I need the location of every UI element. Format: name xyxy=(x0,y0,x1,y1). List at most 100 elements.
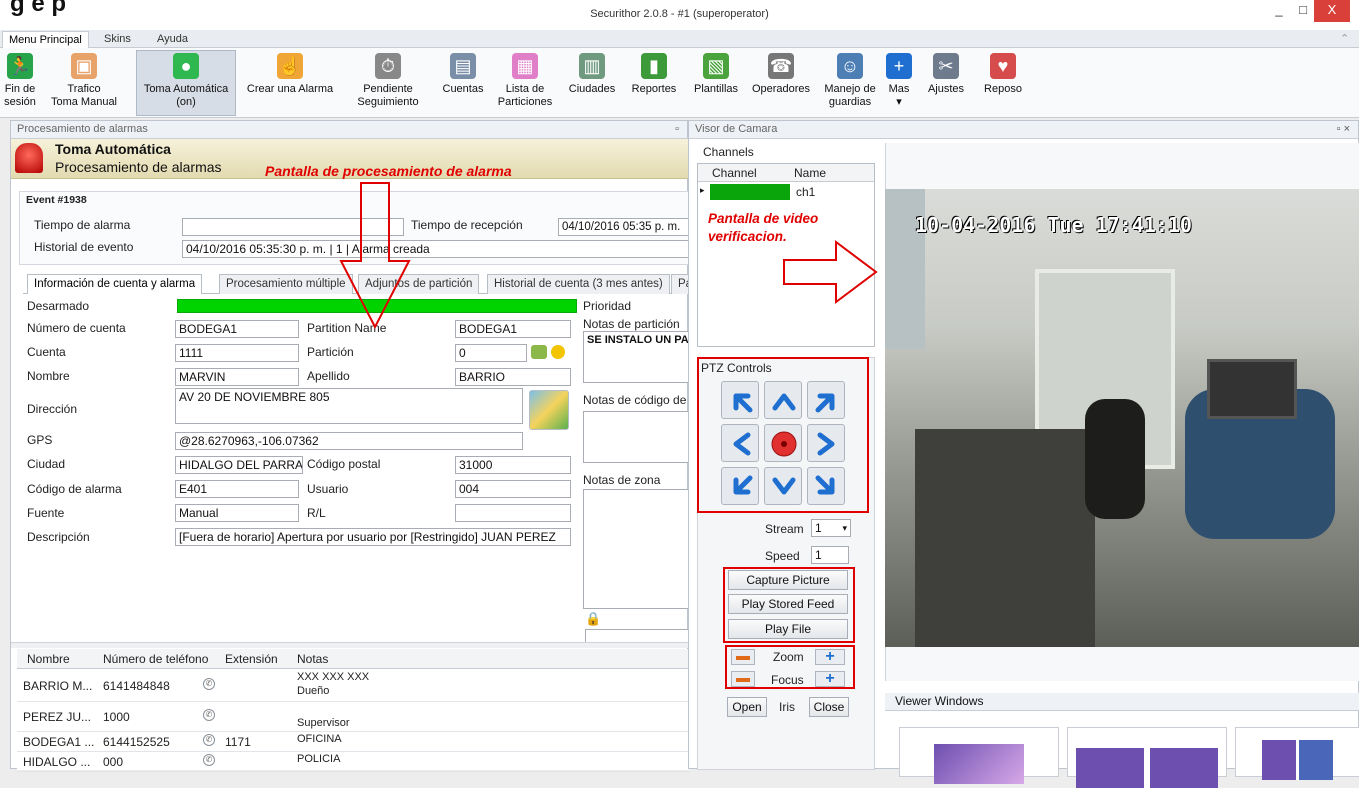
ribbon-button-13[interactable]: ✂ Ajustes xyxy=(922,51,970,96)
apellido-field[interactable]: BARRIO xyxy=(455,368,571,386)
camera-viewer-panel: Visor de Camara ▫ × Channels Channel Nam… xyxy=(688,120,1359,788)
partition-name-field[interactable]: BODEGA1 xyxy=(455,320,571,338)
gps-label: GPS xyxy=(27,433,53,447)
col-name[interactable]: Name xyxy=(794,166,826,180)
table-row[interactable]: PEREZ JU... 1000 ✆ Supervisor xyxy=(17,702,689,732)
table-row[interactable]: BODEGA1 ... 6144152525 1171 ✆ OFICINA xyxy=(17,732,689,752)
viewer-layout-3[interactable] xyxy=(1235,727,1359,780)
col-nombre[interactable]: Nombre xyxy=(27,652,70,666)
ptz-up-icon[interactable] xyxy=(764,381,802,419)
prioridad-label: Prioridad xyxy=(583,299,632,313)
notas-codigo-field[interactable] xyxy=(583,411,689,463)
ribbon-button-5[interactable]: ▤ Cuentas xyxy=(437,51,489,96)
ribbon-button-8[interactable]: ▮ Reportes xyxy=(626,51,682,96)
ribbon-button-7[interactable]: ▥ Ciudades xyxy=(563,51,621,96)
lock-icon[interactable]: 🔒 xyxy=(585,611,601,627)
tab-ayuda[interactable]: Ayuda xyxy=(151,31,194,48)
cuenta-field[interactable]: 1111 xyxy=(175,344,299,362)
menu-tabs: Menu Principal Skins Ayuda ⌃ xyxy=(0,30,1359,48)
ciudad-field[interactable]: HIDALGO DEL PARRA xyxy=(175,456,303,474)
ptz-down-right-icon[interactable] xyxy=(807,467,845,505)
table-row[interactable]: BARRIO M... 6141484848 ✆ XXX XXX XXX Dueño xyxy=(17,670,689,702)
ptz-down-left-icon[interactable] xyxy=(721,467,759,505)
codigo-alarma-field[interactable]: E401 xyxy=(175,480,299,498)
ribbon-button-12[interactable]: + Mas ▾ xyxy=(884,51,914,109)
stream-select[interactable]: 1 ▾ xyxy=(811,519,851,537)
splitter[interactable] xyxy=(11,642,689,648)
ribbon-label: ▾ xyxy=(896,96,902,108)
minimize-button[interactable]: _ xyxy=(1266,0,1292,22)
cities-icon: ▥ xyxy=(579,53,605,79)
restore-panel-icon[interactable]: ▫ xyxy=(675,121,679,138)
play-stored-feed-button[interactable]: Play Stored Feed xyxy=(728,594,848,614)
descripcion-field[interactable]: [Fuera de horario] Apertura por usuario … xyxy=(175,528,571,546)
numero-cuenta-field[interactable]: BODEGA1 xyxy=(175,320,299,338)
fuente-field[interactable]: Manual xyxy=(175,504,299,522)
viewer-layout-2[interactable] xyxy=(1067,727,1227,788)
gps-field[interactable]: @28.6270963,-106.07362 xyxy=(175,432,523,450)
zoom-out-button[interactable] xyxy=(731,649,755,665)
codigo-postal-field[interactable]: 31000 xyxy=(455,456,571,474)
partition-status-icon[interactable] xyxy=(551,345,565,359)
tiempo-recepcion-field[interactable]: 04/10/2016 05:35 p. m. xyxy=(558,218,690,236)
col-channel[interactable]: Channel xyxy=(712,166,757,180)
ribbon-button-2[interactable]: ● Toma Automática (on) xyxy=(136,50,236,116)
ribbon-button-0[interactable]: 🏃 Fin de sesión xyxy=(0,51,40,109)
play-file-button[interactable]: Play File xyxy=(728,619,848,639)
rl-field[interactable] xyxy=(455,504,571,522)
tab-menu-principal[interactable]: Menu Principal xyxy=(2,31,89,48)
iris-open-button[interactable]: Open xyxy=(727,697,767,717)
ptz-up-right-icon[interactable] xyxy=(807,381,845,419)
tab-procesamiento-multiple[interactable]: Procesamiento múltiple xyxy=(219,274,353,294)
tab-informacion[interactable]: Información de cuenta y alarma xyxy=(27,274,203,294)
zoom-label: Zoom xyxy=(773,650,804,664)
phone-icon[interactable]: ✆ xyxy=(203,734,215,746)
zoom-in-button[interactable]: + xyxy=(815,649,845,665)
notas-zona-field[interactable] xyxy=(583,489,689,609)
col-notas[interactable]: Notas xyxy=(297,652,328,666)
usuario-field[interactable]: 004 xyxy=(455,480,571,498)
col-telefono[interactable]: Número de teléfono xyxy=(103,652,208,666)
video-feed[interactable]: 10-04-2016 Tue 17:41:10 xyxy=(885,189,1359,647)
viewer-layout-1[interactable] xyxy=(899,727,1059,784)
ribbon-button-4[interactable]: ⏱ Pendiente Seguimiento xyxy=(345,51,431,109)
phone-icon[interactable]: ✆ xyxy=(203,709,215,721)
ptz-up-left-icon[interactable] xyxy=(721,381,759,419)
historial-field[interactable]: 04/10/2016 05:35:30 p. m. | 1 | Alarma c… xyxy=(182,240,690,258)
nombre-field[interactable]: MARVIN xyxy=(175,368,299,386)
ribbon-button-6[interactable]: ▦ Lista de Particiones xyxy=(497,51,553,109)
ribbon-button-3[interactable]: ☝ Crear una Alarma xyxy=(240,51,340,96)
ptz-left-icon[interactable] xyxy=(721,424,759,462)
iris-close-button[interactable]: Close xyxy=(809,697,849,717)
ptz-right-icon[interactable] xyxy=(807,424,845,462)
notas-particion-field[interactable]: SE INSTALO UN PA xyxy=(583,331,689,383)
contact-phone: 000 xyxy=(103,755,124,769)
phone-icon[interactable]: ✆ xyxy=(203,754,215,766)
focus-out-button[interactable] xyxy=(731,671,755,687)
ribbon-button-14[interactable]: ♥ Reposo xyxy=(978,51,1028,96)
ribbon-label: Toma Automática xyxy=(143,83,229,95)
direccion-field[interactable]: AV 20 DE NOVIEMBRE 805 xyxy=(175,388,523,424)
phone-icon[interactable]: ✆ xyxy=(203,678,215,690)
tab-historial-cuenta[interactable]: Historial de cuenta (3 mes antes) xyxy=(487,274,670,294)
focus-in-button[interactable]: + xyxy=(815,671,845,687)
channel-row[interactable]: ▸ ch1 xyxy=(698,183,874,201)
ribbon-button-10[interactable]: ☎ Operadores xyxy=(748,51,814,96)
ribbon-button-11[interactable]: ☺ Manejo de guardias xyxy=(820,51,880,109)
edit-partition-icon[interactable] xyxy=(531,345,547,359)
speed-input[interactable]: 1 xyxy=(811,546,849,564)
col-extension[interactable]: Extensión xyxy=(225,652,278,666)
ptz-down-icon[interactable] xyxy=(764,467,802,505)
collapse-ribbon-icon[interactable]: ⌃ xyxy=(1334,31,1355,48)
panel-window-buttons[interactable]: ▫ × xyxy=(1337,121,1350,138)
ptz-center-icon[interactable] xyxy=(764,424,802,462)
ribbon-button-9[interactable]: ▧ Plantillas xyxy=(688,51,744,96)
ribbon-button-1[interactable]: ▣ Trafico Toma Manual xyxy=(48,51,120,109)
close-window-button[interactable]: X xyxy=(1314,0,1350,22)
particion-field[interactable]: 0 xyxy=(455,344,527,362)
map-icon[interactable] xyxy=(529,390,569,430)
table-row[interactable]: HIDALGO ... 000 ✆ POLICIA xyxy=(17,752,689,772)
capture-picture-button[interactable]: Capture Picture xyxy=(728,570,848,590)
tab-skins[interactable]: Skins xyxy=(98,31,137,48)
maximize-button[interactable]: □ xyxy=(1292,0,1314,22)
